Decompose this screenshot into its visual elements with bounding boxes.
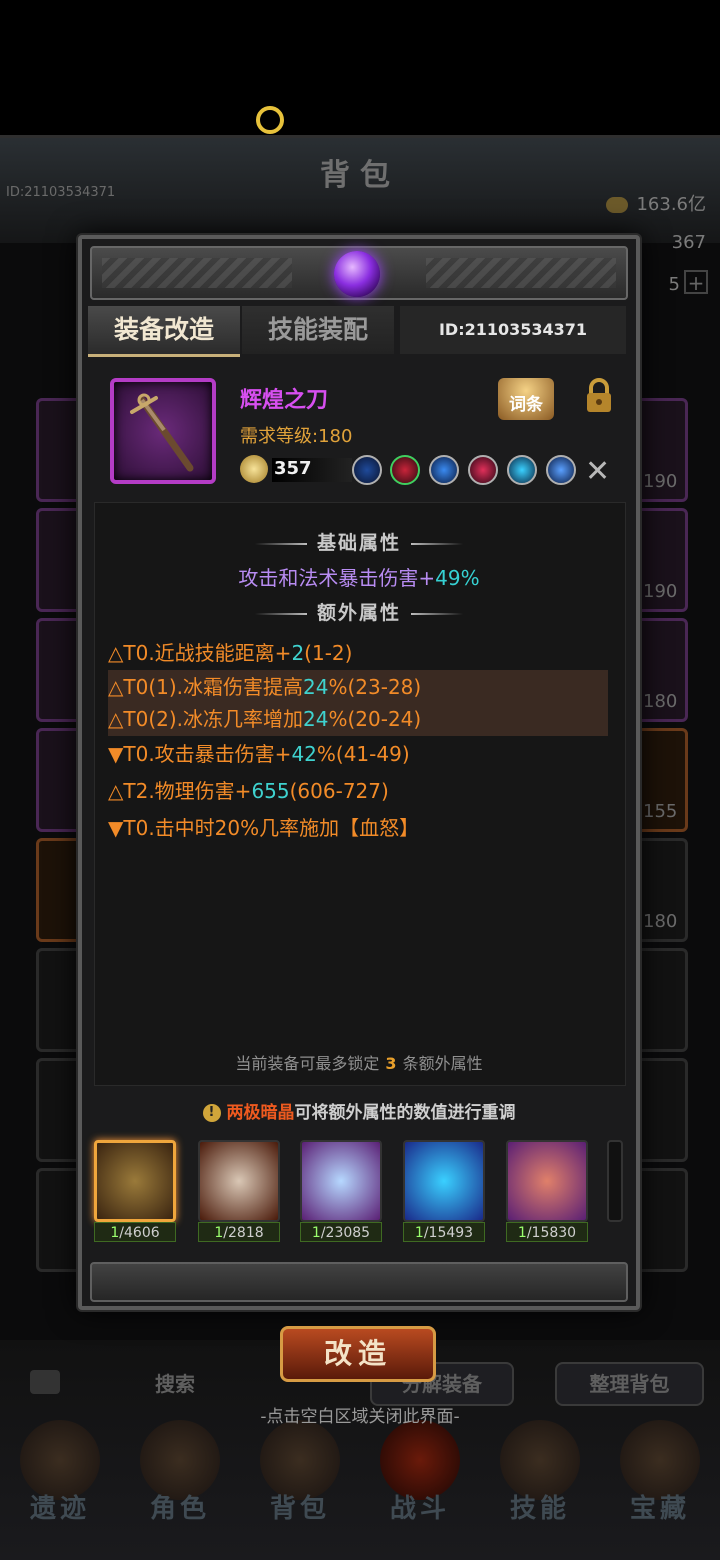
- lock-note: 当前装备可最多锁定 3 条额外属性: [235, 1054, 483, 1073]
- item-icon-frame[interactable]: [110, 378, 216, 484]
- modal-bottom-ornament: [90, 1262, 628, 1302]
- search-button[interactable]: 搜索: [80, 1364, 270, 1404]
- bag-slot[interactable]: 180: [636, 838, 688, 942]
- extra-attr-title: 额外属性: [94, 598, 624, 625]
- remake-button[interactable]: 改造: [280, 1326, 436, 1382]
- nav-relics[interactable]: 遗迹: [0, 1420, 120, 1550]
- extra-attr-row[interactable]: △T0(1).冰霜伤害提高24%(23-28): [108, 670, 608, 704]
- skill-slot-icon[interactable]: [352, 455, 382, 485]
- extra-attr-row[interactable]: ▼T0.攻击暴击伤害+42%(41-49): [108, 737, 608, 771]
- slot-level: 190: [643, 581, 678, 602]
- sort-bag-button[interactable]: 整理背包: [555, 1362, 704, 1406]
- material-crystal-multi[interactable]: [403, 1140, 485, 1222]
- slot-level: 155: [643, 801, 678, 822]
- nav-label: 战斗: [389, 1494, 450, 1524]
- slot-level: 180: [643, 691, 678, 712]
- tab-equipment-remake[interactable]: 装备改造: [88, 306, 240, 357]
- bag-slot[interactable]: 190: [636, 508, 688, 612]
- close-hint[interactable]: -点击空白区域关闭此界面-: [0, 1402, 720, 1427]
- bag-slot[interactable]: [636, 1168, 688, 1272]
- bag-slot[interactable]: [636, 1058, 688, 1162]
- slot-level: 180: [643, 911, 678, 932]
- tab-skill-assign[interactable]: 技能装配: [242, 306, 394, 354]
- lock-icon[interactable]: [585, 378, 613, 414]
- status-bar-area: [0, 0, 720, 135]
- skill-slot-icon[interactable]: [429, 455, 459, 485]
- purple-gem-icon: [334, 251, 380, 297]
- skill-slot-icon[interactable]: [546, 455, 576, 485]
- material-masks[interactable]: [198, 1140, 280, 1222]
- nav-label: 背包: [269, 1494, 330, 1524]
- nav-battle[interactable]: 战斗: [360, 1420, 480, 1550]
- gold-coin-icon: [606, 197, 629, 213]
- material-count: 1/2818: [198, 1222, 280, 1242]
- item-id: ID:21103534371: [400, 306, 626, 354]
- material-crystal-blue[interactable]: [300, 1140, 382, 1222]
- nav-label: 宝藏: [629, 1494, 690, 1524]
- material-partial[interactable]: [607, 1140, 623, 1222]
- gold-amount: 163.6亿: [636, 194, 706, 215]
- material-dark-crystal[interactable]: [94, 1140, 176, 1222]
- material-count: 1/4606: [94, 1222, 176, 1242]
- item-name: 辉煌之刀: [240, 388, 329, 413]
- nav-skills[interactable]: 技能: [480, 1420, 600, 1550]
- sword-icon: [130, 393, 194, 472]
- base-attr-title: 基础属性: [94, 528, 624, 555]
- skill-slot-icon[interactable]: [468, 455, 498, 485]
- material-count: 1/15493: [403, 1222, 485, 1242]
- bag-slot[interactable]: 180: [636, 618, 688, 722]
- crossed-swords-icon[interactable]: ✕: [585, 454, 610, 489]
- currency-3: 5: [669, 274, 680, 295]
- loading-ring-icon: [256, 106, 284, 134]
- slot-level: 190: [643, 471, 678, 492]
- bag-slot[interactable]: [636, 948, 688, 1052]
- player-id: ID:21103534371: [6, 185, 116, 200]
- nav-label: 技能: [509, 1494, 570, 1524]
- nav-bag[interactable]: 背包: [240, 1420, 360, 1550]
- material-crystal-red[interactable]: [506, 1140, 588, 1222]
- gold-currency: 163.6亿: [606, 190, 706, 216]
- skill-slot-icon[interactable]: [507, 455, 537, 485]
- material-count: 1/23085: [300, 1222, 382, 1242]
- currency-2-amount: 367: [671, 232, 706, 253]
- currency-3-amount: 5: [668, 274, 680, 295]
- skill-slot-icon[interactable]: [390, 455, 420, 485]
- power-icon: [240, 455, 268, 483]
- nav-label: 遗迹: [29, 1494, 90, 1524]
- nav-treasure[interactable]: 宝藏: [600, 1420, 720, 1550]
- info-icon: !: [202, 1104, 221, 1122]
- nav-label: 角色: [149, 1494, 210, 1524]
- required-level: 需求等级:180: [240, 426, 353, 447]
- material-count: 1/15830: [506, 1222, 588, 1242]
- currency-2: 367: [672, 232, 706, 253]
- extra-attr-row[interactable]: ▼T0.击中时20%几率施加【血怒】: [108, 811, 608, 845]
- extra-attr-row[interactable]: △T2.物理伤害+655(606-727): [108, 774, 608, 808]
- reroll-tip: ! 两极暗晶可将额外属性的数值进行重调: [94, 1098, 624, 1123]
- nav-character[interactable]: 角色: [120, 1420, 240, 1550]
- affix-button[interactable]: 词条: [498, 378, 554, 420]
- bag-slot[interactable]: 155: [636, 728, 688, 832]
- base-stat: 攻击和法术暴击伤害+49%: [238, 566, 480, 590]
- power-value: 357: [274, 458, 312, 479]
- bag-slot[interactable]: 190: [636, 398, 688, 502]
- clothing-filter-icon[interactable]: [30, 1370, 60, 1394]
- extra-attr-row[interactable]: △T0(2).冰冻几率增加24%(20-24): [108, 702, 608, 736]
- add-currency-button[interactable]: +: [684, 270, 708, 294]
- extra-attr-row[interactable]: △T0.近战技能距离+2(1-2): [108, 636, 608, 670]
